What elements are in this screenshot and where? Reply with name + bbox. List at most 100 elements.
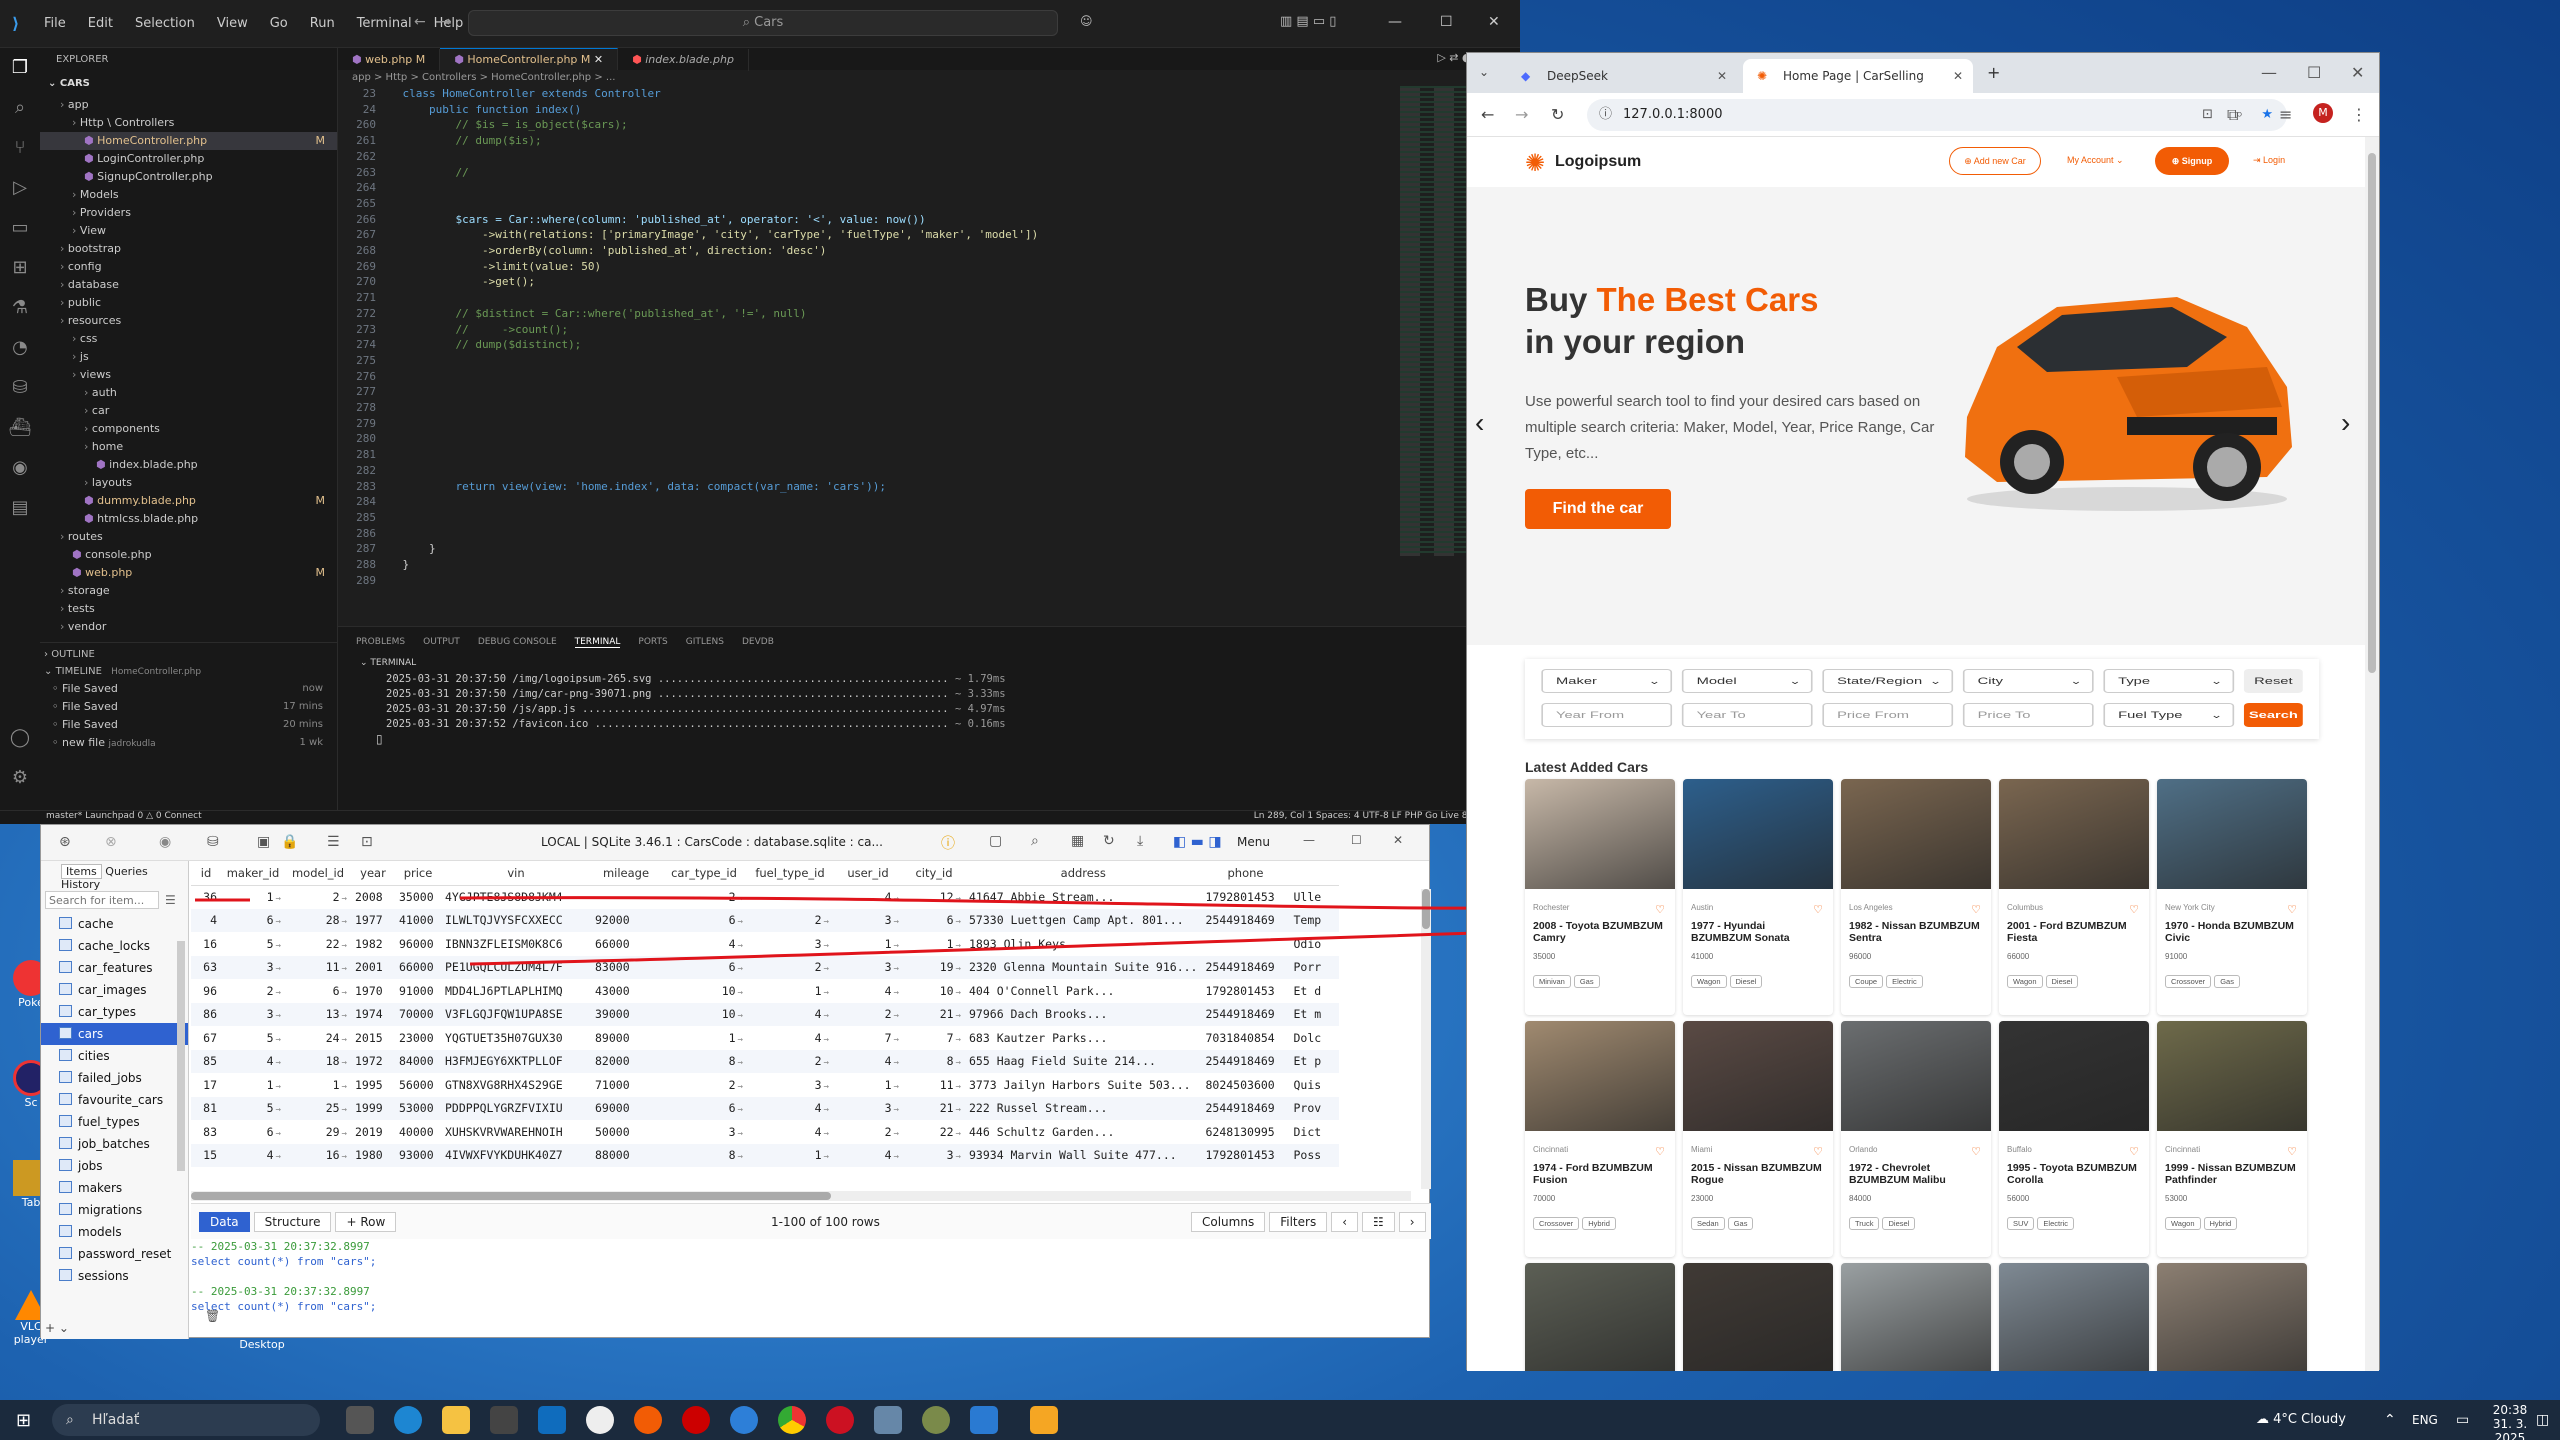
car-card[interactable]: ♡Atlanta2019 - Hyundai [1525,1263,1675,1371]
file-explorer-icon[interactable] [442,1406,470,1434]
heart-icon[interactable]: ♡ [2129,1145,2139,1158]
car-image[interactable] [1999,779,2149,889]
page-scrollbar[interactable] [2365,137,2379,1371]
car-title[interactable]: 1977 - Hyundai BZUMBZUM Sonata [1691,920,1825,944]
carousel-next-icon[interactable]: › [2341,407,2350,439]
extensions-icon[interactable]: ⧉ [2227,105,2238,125]
tab-carselling[interactable]: ✺ Home Page | CarSelling ✕ [1743,59,1973,93]
store-icon[interactable] [490,1406,518,1434]
tab-search-icon[interactable]: ⌄ [1479,65,1489,79]
settings-app-icon[interactable] [874,1406,902,1434]
weather-widget[interactable]: ☁ 4°C Cloudy [2256,1412,2346,1427]
brave-icon[interactable] [634,1406,662,1434]
filter-input-price-from[interactable]: Price From [1822,703,1954,727]
car-card[interactable]: ♡ Columbus 2001 - Ford BZUMBZUM Fiesta 6600… [1999,779,2149,1015]
car-title[interactable]: 1970 - Honda BZUMBZUM Civic [2165,920,2299,944]
car-image[interactable] [1683,1021,1833,1131]
car-image[interactable] [1525,1263,1675,1371]
close-icon[interactable]: ✕ [2351,63,2364,82]
heart-icon[interactable]: ♡ [1813,1145,1823,1158]
car-card[interactable]: ♡Charlotte2006 - Toyota [1999,1263,2149,1371]
browser-menu-icon[interactable]: ⋮ [2351,105,2367,124]
car-image[interactable] [1841,779,1991,889]
car-image[interactable] [2157,1021,2307,1131]
car-title[interactable]: 1982 - Nissan BZUMBZUM Sentra [1849,920,1983,944]
car-card[interactable]: ♡ Los Angeles 1982 - Nissan BZUMBZUM Sentr… [1841,779,1991,1015]
obs-icon[interactable] [682,1406,710,1434]
car-card[interactable]: ♡ Buffalo 1995 - Toyota BZUMBZUM Corolla 56… [1999,1021,2149,1257]
car-card[interactable]: ♡ Cincinnati 1974 - Ford BZUMBZUM Fusion 70… [1525,1021,1675,1257]
heart-icon[interactable]: ♡ [1655,1145,1665,1158]
tab-deepseek[interactable]: ◆ DeepSeek ✕ [1507,59,1737,93]
app-icon[interactable] [922,1406,950,1434]
task-view-icon[interactable] [346,1406,374,1434]
reload-icon[interactable]: ↻ [1551,105,1564,124]
filter-input-year-from[interactable]: Year From [1541,703,1673,727]
car-card[interactable]: ♡ Cincinnati 1999 - Nissan BZUMBZUM Pathfi… [2157,1021,2307,1257]
network-icon[interactable]: ▭ [2456,1412,2469,1428]
heart-icon[interactable]: ♡ [2129,903,2139,916]
car-title[interactable]: 2015 - Nissan BZUMBZUM Rogue [1691,1162,1825,1186]
my-account-dropdown[interactable]: My Account ⌄ [2067,155,2124,166]
car-title[interactable]: 1972 - Chevrolet BZUMBZUM Malibu [1849,1162,1983,1186]
media-icon[interactable]: ≡ [2279,105,2292,124]
address-bar[interactable]: ⓘ 127.0.0.1:8000 ★ ⌕ ⊡ [1587,99,2287,131]
forward-icon[interactable]: → [1515,105,1528,124]
telegram-icon[interactable] [730,1406,758,1434]
add-new-car-button[interactable]: ⊕ Add new Car [1949,147,2041,175]
minimize-icon[interactable]: — [2261,63,2277,82]
heart-icon[interactable]: ♡ [2287,1145,2297,1158]
car-title[interactable]: 1974 - Ford BZUMBZUM Fusion [1533,1162,1667,1186]
taskbar-search[interactable]: ⌕ Hľadať [52,1404,320,1436]
car-card[interactable]: ♡ Miami 2015 - Nissan BZUMBZUM Rogue 23000 S… [1683,1021,1833,1257]
filter-select-model[interactable]: Model ⌄ [1681,669,1813,693]
find-car-button[interactable]: Find the car [1525,489,1671,529]
logo-text[interactable]: Logoipsum [1555,153,1641,171]
filter-select-maker[interactable]: Maker ⌄ [1541,669,1673,693]
vscode-taskbar-icon[interactable] [970,1406,998,1434]
filter-select-type[interactable]: Type ⌄ [2103,669,2235,693]
github-icon[interactable] [586,1406,614,1434]
filter-input-price-to[interactable]: Price To [1962,703,2094,727]
car-card[interactable]: ♡ Rochester 2008 - Toyota BZUMBZUM Camry 35… [1525,779,1675,1015]
car-card[interactable]: ♡Grand Rapids1987 - Chevrolet [2157,1263,2307,1371]
car-image[interactable] [2157,1263,2307,1371]
chrome-icon[interactable] [778,1406,806,1434]
filter-select-state-region[interactable]: State/Region ⌄ [1822,669,1954,693]
car-title[interactable]: 1999 - Nissan BZUMBZUM Pathfinder [2165,1162,2299,1186]
search-button[interactable]: Search [2243,703,2303,727]
heart-icon[interactable]: ♡ [1971,903,1981,916]
car-card[interactable]: ♡Chicago2006 - Toyota [1841,1263,1991,1371]
edge-icon[interactable] [394,1406,422,1434]
heart-icon[interactable]: ♡ [1971,1145,1981,1158]
filter-select-city[interactable]: City ⌄ [1962,669,2094,693]
back-icon[interactable]: ← [1481,105,1494,124]
car-image[interactable] [1999,1263,2149,1371]
start-windows-icon[interactable]: ⊞ [16,1410,31,1431]
new-tab-icon[interactable]: + [1987,63,2000,82]
heart-icon[interactable]: ♡ [1813,903,1823,916]
car-image[interactable] [1525,779,1675,889]
car-card[interactable]: ♡San Diego1980 - Chevrolet [1683,1263,1833,1371]
car-image[interactable] [1841,1263,1991,1371]
car-image[interactable] [1683,1263,1833,1371]
notification-icon[interactable]: ◫ [2536,1412,2549,1428]
profile-avatar[interactable]: M [2313,103,2333,123]
car-title[interactable]: 2001 - Ford BZUMBZUM Fiesta [2007,920,2141,944]
car-image[interactable] [1683,779,1833,889]
car-image[interactable] [2157,779,2307,889]
filter-input-fuel-type[interactable]: Fuel Type ⌄ [2103,703,2235,727]
signup-button[interactable]: ⊕ Signup [2155,147,2229,175]
clock[interactable]: 20:38 31. 3. 2025 [2480,1403,2540,1440]
car-card[interactable]: ♡ Orlando 1972 - Chevrolet BZUMBZUM Malibu… [1841,1021,1991,1257]
app-star-icon[interactable] [826,1406,854,1434]
car-image[interactable] [1525,1021,1675,1131]
login-link[interactable]: ⇥ Login [2253,155,2285,166]
heart-icon[interactable]: ♡ [2287,903,2297,916]
car-image[interactable] [1999,1021,2149,1131]
bookmark-star-icon[interactable]: ★ [2261,99,2273,131]
car-card[interactable]: ♡ New York City 1970 - Honda BZUMBZUM Civi… [2157,779,2307,1015]
translate-icon[interactable]: ⊡ [2202,99,2213,131]
car-title[interactable]: 2008 - Toyota BZUMBZUM Camry [1533,920,1667,944]
outlook-icon[interactable] [538,1406,566,1434]
